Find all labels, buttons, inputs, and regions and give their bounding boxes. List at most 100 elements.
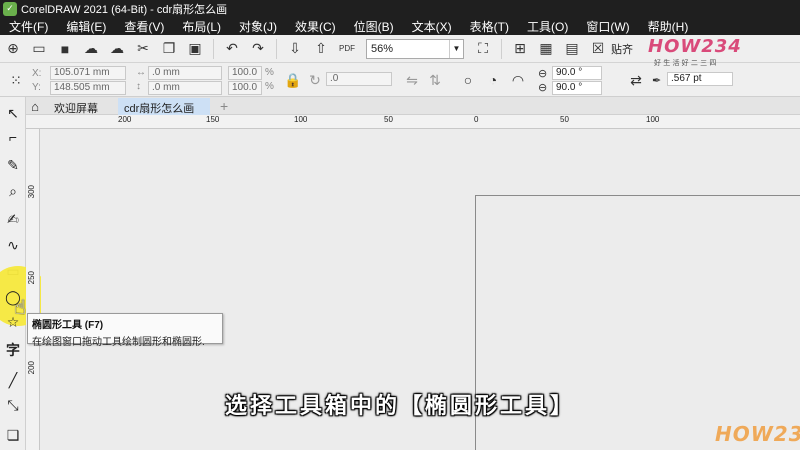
zoom-tool-icon[interactable]: ⌕ bbox=[3, 181, 23, 201]
start-angle-icon: ⊖ bbox=[538, 68, 548, 80]
cloud-download-icon[interactable]: ☁ bbox=[80, 38, 102, 60]
import-icon[interactable]: ⇩ bbox=[284, 38, 306, 60]
ruler-tick-label: 100 bbox=[294, 115, 308, 124]
menu-text[interactable]: 文本(X) bbox=[403, 18, 461, 35]
ruler-tick-label: 200 bbox=[118, 115, 132, 124]
menu-effects[interactable]: 效果(C) bbox=[286, 18, 345, 35]
pdf-label: PDF bbox=[339, 44, 355, 53]
document-tabs: 欢迎屏幕 cdr扇形怎么画 + bbox=[26, 97, 800, 115]
menu-object[interactable]: 对象(J) bbox=[230, 18, 286, 35]
ruler-tick-label: 0 bbox=[474, 115, 479, 124]
menu-layout[interactable]: 布局(L) bbox=[173, 18, 230, 35]
ruler-tick-label: 200 bbox=[27, 361, 36, 375]
y-label: Y: bbox=[32, 82, 41, 93]
watermark-logo-bottom: HOW234 bbox=[715, 422, 800, 446]
snap-off-icon[interactable]: ☒ bbox=[587, 38, 609, 60]
redo-icon[interactable]: ↷ bbox=[247, 38, 269, 60]
mirror-vertical-icon: ⇅ bbox=[429, 71, 441, 88]
width-field[interactable]: .0 mm bbox=[148, 66, 222, 80]
ruler-tick-label: 150 bbox=[206, 115, 220, 124]
snap-to-label[interactable]: 贴齐 bbox=[611, 41, 633, 57]
rotation-angle-field[interactable]: .0 bbox=[326, 72, 392, 86]
tab-add[interactable]: + bbox=[214, 98, 234, 115]
ruler-tick-label: 300 bbox=[27, 185, 36, 199]
watermark-logo: HOW234 bbox=[648, 36, 742, 57]
coreldraw-logo-icon: ✓ bbox=[3, 1, 17, 16]
ruler-tick-label: 250 bbox=[27, 271, 36, 285]
tooltip: 椭圆形工具 (F7) 在绘图窗口拖动工具绘制圆形和椭圆形. bbox=[27, 313, 223, 348]
export-icon[interactable]: ⇧ bbox=[310, 38, 332, 60]
guidelines-icon[interactable]: ▤ bbox=[561, 38, 583, 60]
object-origin-icon[interactable]: ⁙ bbox=[5, 69, 27, 91]
direction-toggle-icon[interactable]: ⇄ bbox=[625, 69, 647, 91]
horizontal-ruler: 200 150 100 50 0 50 100 bbox=[26, 115, 800, 129]
mirror-horizontal-icon: ⇋ bbox=[406, 71, 418, 88]
tooltip-title: 椭圆形工具 (F7) bbox=[32, 320, 104, 331]
artistic-media-icon[interactable]: ∿ bbox=[3, 235, 23, 255]
shape-tool-icon[interactable]: ⌐ bbox=[3, 127, 23, 147]
open-folder-icon[interactable]: ▭ bbox=[28, 38, 50, 60]
menu-bitmaps[interactable]: 位图(B) bbox=[345, 18, 403, 35]
property-bar: ⁙ X: Y: 105.071 mm 148.505 mm ↔ ↕ .0 mm … bbox=[0, 63, 800, 97]
lock-ratio-icon[interactable]: 🔒 bbox=[282, 69, 304, 91]
scale-height-field[interactable]: 100.0 bbox=[228, 81, 262, 95]
outline-width-field[interactable]: .567 pt bbox=[667, 72, 733, 86]
home-icon[interactable]: ⌂ bbox=[26, 97, 44, 115]
cloud-upload-icon[interactable]: ☁ bbox=[106, 38, 128, 60]
pick-tool-icon[interactable]: ↖ bbox=[3, 103, 23, 123]
scale-width-field[interactable]: 100.0 bbox=[228, 66, 262, 80]
start-angle-field[interactable]: 90.0 ° bbox=[552, 66, 602, 80]
zoom-level-select[interactable]: 56% ▼ bbox=[366, 38, 464, 59]
toolbar-separator bbox=[501, 38, 502, 59]
ruler-tick-label: 100 bbox=[646, 115, 660, 124]
chevron-down-icon: ▼ bbox=[449, 39, 463, 58]
ruler-tick-label: 50 bbox=[384, 115, 393, 124]
end-angle-icon: ⊖ bbox=[538, 82, 548, 94]
new-document-icon[interactable]: ⊕ bbox=[2, 38, 24, 60]
text-tool-icon[interactable]: 字 bbox=[3, 340, 23, 360]
undo-icon[interactable]: ↶ bbox=[221, 38, 243, 60]
crop-tool-icon[interactable]: ✎ bbox=[3, 155, 23, 175]
height-field[interactable]: .0 mm bbox=[148, 81, 222, 95]
percent-label: % bbox=[265, 67, 274, 78]
rotate-icon: ↻ bbox=[309, 71, 321, 88]
paste-icon[interactable]: ▣ bbox=[184, 38, 206, 60]
x-label: X: bbox=[32, 68, 42, 79]
x-position-field[interactable]: 105.071 mm bbox=[50, 66, 126, 80]
menu-file[interactable]: 文件(F) bbox=[0, 18, 57, 35]
freehand-tool-icon[interactable]: ✍ bbox=[3, 209, 23, 229]
menu-table[interactable]: 表格(T) bbox=[461, 18, 518, 35]
menu-help[interactable]: 帮助(H) bbox=[639, 18, 698, 35]
y-position-field[interactable]: 148.505 mm bbox=[50, 81, 126, 95]
copy-icon[interactable]: ❐ bbox=[158, 38, 180, 60]
end-angle-field[interactable]: 90.0 ° bbox=[552, 81, 602, 95]
ellipse-mode-icon[interactable]: ○ bbox=[457, 69, 479, 91]
tooltip-description: 在绘图窗口拖动工具绘制圆形和椭圆形. bbox=[32, 337, 205, 348]
pdf-icon[interactable]: PDF bbox=[336, 38, 358, 60]
title-bar: ✓ CorelDRAW 2021 (64-Bit) - cdr扇形怎么画 bbox=[0, 0, 800, 17]
video-subtitle: 选择工具箱中的【椭圆形工具】 bbox=[224, 394, 575, 419]
outline-pen-icon: ✒ bbox=[652, 75, 662, 87]
cut-icon[interactable]: ✂ bbox=[132, 38, 154, 60]
watermark-slogan: 好 生 活 好 二 三 四 bbox=[654, 59, 717, 67]
full-screen-icon[interactable]: ⛶ bbox=[472, 38, 494, 60]
percent-label: % bbox=[265, 81, 274, 92]
rulers-icon[interactable]: ⊞ bbox=[509, 38, 531, 60]
polygon-tool-icon[interactable]: ☆ bbox=[3, 312, 23, 332]
pie-mode-icon[interactable]: ◔ bbox=[482, 69, 504, 91]
zoom-level-value: 56% bbox=[371, 42, 394, 55]
height-icon: ↕ bbox=[136, 81, 141, 92]
save-icon[interactable]: ■ bbox=[54, 38, 76, 60]
tab-document[interactable]: cdr扇形怎么画 bbox=[118, 98, 210, 115]
menu-view[interactable]: 查看(V) bbox=[115, 18, 173, 35]
shadow-tool-icon[interactable]: ❏ bbox=[3, 425, 23, 445]
menu-bar: 文件(F) 编辑(E) 查看(V) 布局(L) 对象(J) 效果(C) 位图(B… bbox=[0, 17, 800, 35]
width-icon: ↔ bbox=[136, 67, 146, 78]
dimension-tool-icon[interactable]: ╱ bbox=[3, 370, 23, 390]
grid-icon[interactable]: ▦ bbox=[535, 38, 557, 60]
tab-welcome[interactable]: 欢迎屏幕 bbox=[48, 98, 104, 115]
menu-edit[interactable]: 编辑(E) bbox=[57, 18, 115, 35]
menu-tools[interactable]: 工具(O) bbox=[518, 18, 577, 35]
menu-window[interactable]: 窗口(W) bbox=[577, 18, 638, 35]
arc-mode-icon[interactable]: ◠ bbox=[507, 69, 529, 91]
